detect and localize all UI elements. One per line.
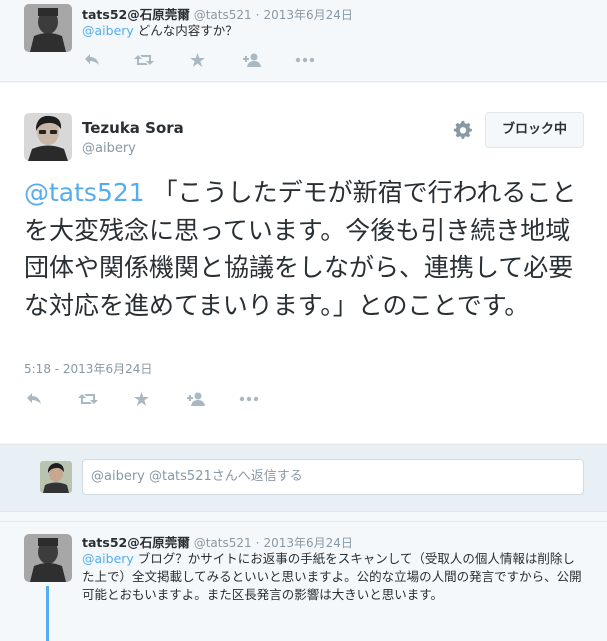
author-name[interactable]: tats52@石原莞爾 xyxy=(82,7,190,22)
avatar[interactable] xyxy=(24,4,72,52)
mention-link[interactable]: @tats521 xyxy=(24,178,145,207)
conversation-thread-line xyxy=(46,586,49,641)
mention-link[interactable]: @aibery xyxy=(82,23,134,38)
tweet-text: @aibery どんな内容すか？ xyxy=(82,22,582,40)
more-icon[interactable] xyxy=(295,57,315,63)
more-icon[interactable] xyxy=(239,396,259,402)
tweet-date[interactable]: 2013年6月24日 xyxy=(263,8,352,22)
block-button[interactable]: ブロック中 xyxy=(485,112,584,148)
avatar[interactable] xyxy=(24,534,72,582)
avatar xyxy=(40,461,72,493)
tweet-body: どんな内容すか？ xyxy=(137,23,238,38)
author-name[interactable]: Tezuka Sora xyxy=(82,119,184,137)
reply-icon[interactable] xyxy=(84,53,100,67)
retweet-icon[interactable] xyxy=(78,392,98,406)
favorite-icon[interactable] xyxy=(190,53,205,67)
tweet-header: tats52@石原莞爾 @tats521 · 2013年6月24日 xyxy=(82,4,353,23)
separator-dot: · xyxy=(255,8,260,22)
retweet-icon[interactable] xyxy=(134,53,154,67)
separator-dot: · xyxy=(255,536,260,550)
tweet-text: @tats521 「こうしたデモが新宿で行われることを大変残念に思っています。今… xyxy=(24,174,589,324)
reply-input[interactable]: @aibery @tats521さんへ返信する xyxy=(82,459,584,495)
follow-icon[interactable] xyxy=(243,53,261,67)
gear-icon[interactable] xyxy=(453,120,473,144)
tweet-actions xyxy=(26,392,259,406)
divider xyxy=(0,512,607,521)
author-handle[interactable]: @tats521 xyxy=(194,536,252,550)
tweet-body: ブログ？かサイトにお返事の手紙をスキャンして（受取人の個人情報は削除した上で）全… xyxy=(82,551,582,602)
tweet-text: @aibery ブログ？かサイトにお返事の手紙をスキャンして（受取人の個人情報は… xyxy=(82,550,582,604)
avatar[interactable] xyxy=(24,113,72,161)
tweet-timestamp[interactable]: 5:18 - 2013年6月24日 xyxy=(24,360,152,377)
tweet-header: tats52@石原莞爾 @tats521 · 2013年6月24日 xyxy=(82,532,353,551)
follow-icon[interactable] xyxy=(187,392,205,406)
tweet-actions xyxy=(84,53,315,67)
reply-tweet-top[interactable]: tats52@石原莞爾 @tats521 · 2013年6月24日 @aiber… xyxy=(0,0,607,82)
mention-link[interactable]: @aibery xyxy=(82,551,134,566)
author-handle[interactable]: @tats521 xyxy=(194,8,252,22)
reply-icon[interactable] xyxy=(26,392,42,406)
favorite-icon[interactable] xyxy=(134,392,149,406)
reply-tweet-bottom[interactable]: tats52@石原莞爾 @tats521 · 2013年6月24日 @aiber… xyxy=(0,521,607,641)
tweet-date[interactable]: 2013年6月24日 xyxy=(263,536,352,550)
author-name[interactable]: tats52@石原莞爾 xyxy=(82,535,190,550)
author-handle[interactable]: @aibery xyxy=(82,141,136,156)
